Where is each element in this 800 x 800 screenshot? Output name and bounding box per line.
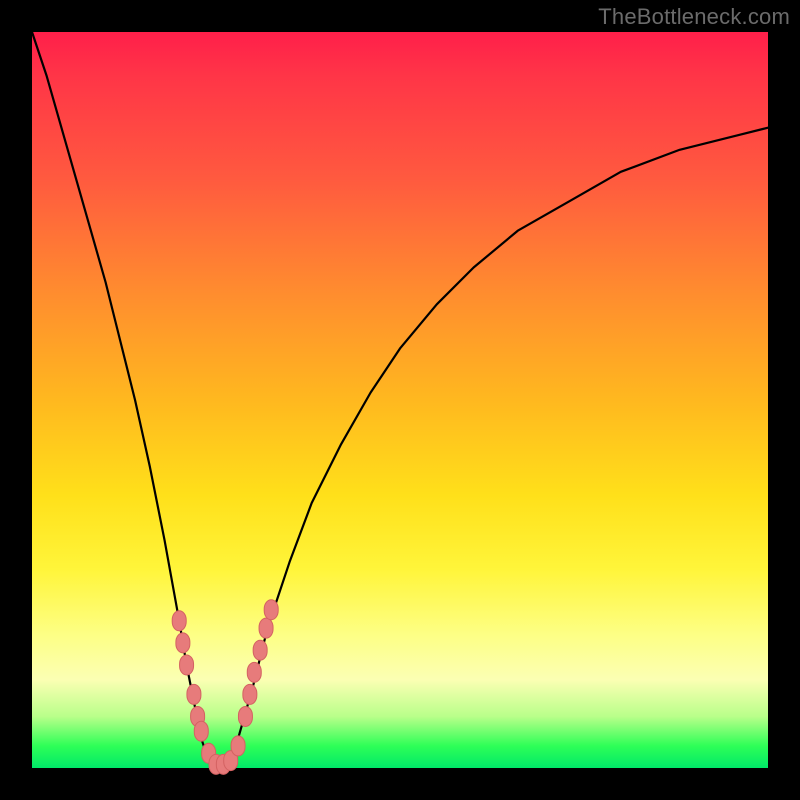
curve-marker (180, 655, 194, 675)
curve-marker (238, 706, 252, 726)
curve-layer (32, 32, 768, 768)
curve-markers (172, 600, 278, 775)
curve-marker (172, 611, 186, 631)
watermark-text: TheBottleneck.com (598, 4, 790, 30)
curve-marker (253, 640, 267, 660)
curve-marker (259, 618, 273, 638)
bottleneck-curve-path (32, 32, 768, 768)
curve-marker (243, 684, 257, 704)
curve-marker (231, 736, 245, 756)
curve-marker (264, 600, 278, 620)
curve-marker (247, 662, 261, 682)
curve-marker (176, 633, 190, 653)
curve-marker (187, 684, 201, 704)
chart-frame: TheBottleneck.com (0, 0, 800, 800)
plot-area (32, 32, 768, 768)
curve-marker (194, 721, 208, 741)
